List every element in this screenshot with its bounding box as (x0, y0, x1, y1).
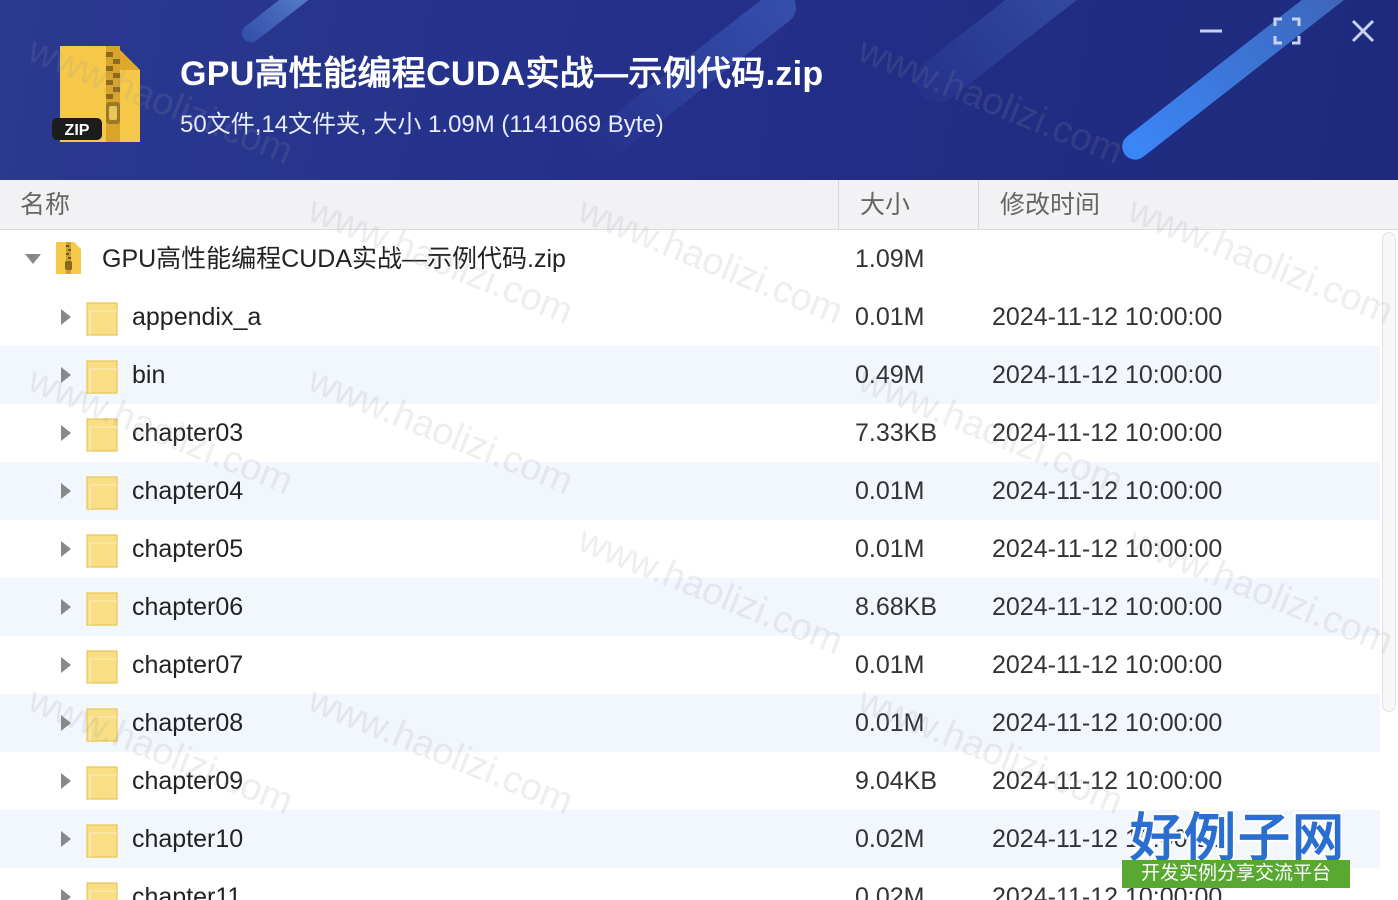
folder-size: 0.01M (855, 651, 925, 679)
archive-title: GPU高性能编程CUDA实战—示例代码.zip (180, 55, 824, 93)
folder-size: 0.01M (855, 303, 925, 331)
tree-row[interactable]: appendix_a 0.01M 2024-11-12 10:00:00 (0, 288, 1380, 346)
folder-size: 0.01M (855, 535, 925, 563)
folder-size: 9.04KB (855, 767, 938, 795)
folder-size: 0.49M (855, 361, 925, 389)
folder-icon (86, 476, 118, 510)
folder-modified-time: 2024-11-12 10:00:00 (992, 651, 1223, 679)
chevron-right-icon[interactable] (58, 888, 74, 900)
column-modified-time[interactable]: 修改时间 (1000, 180, 1100, 230)
folder-icon (86, 650, 118, 684)
folder-modified-time: 2024-11-12 10:00:00 (992, 535, 1223, 563)
column-header: 名称 大小 修改时间 (0, 180, 1398, 230)
folder-icon (86, 360, 118, 394)
chevron-right-icon[interactable] (58, 424, 74, 442)
folder-modified-time: 2024-11-12 10:00:00 (992, 361, 1223, 389)
file-size: 1.09M (855, 245, 925, 273)
chevron-down-icon[interactable] (24, 252, 42, 266)
folder-icon (86, 766, 118, 800)
tree-row[interactable]: chapter07 0.01M 2024-11-12 10:00:00 (0, 636, 1380, 694)
chevron-right-icon[interactable] (58, 830, 74, 848)
tree-row[interactable]: chapter05 0.01M 2024-11-12 10:00:00 (0, 520, 1380, 578)
folder-icon (86, 882, 118, 900)
tree-row[interactable]: chapter04 0.01M 2024-11-12 10:00:00 (0, 462, 1380, 520)
folder-icon (86, 302, 118, 336)
minimize-icon[interactable] (1194, 14, 1228, 48)
file-name[interactable]: GPU高性能编程CUDA实战—示例代码.zip (102, 230, 566, 288)
tree-row[interactable]: bin 0.49M 2024-11-12 10:00:00 (0, 346, 1380, 404)
archive-summary: 50文件,14文件夹, 大小 1.09M (1141069 Byte) (180, 111, 664, 138)
folder-modified-time: 2024-11-12 10:00:00 (992, 303, 1223, 331)
tree-row[interactable]: chapter06 8.68KB 2024-11-12 10:00:00 (0, 578, 1380, 636)
chevron-right-icon[interactable] (58, 308, 74, 326)
folder-name[interactable]: chapter10 (132, 810, 243, 868)
folder-name[interactable]: bin (132, 346, 165, 404)
chevron-right-icon[interactable] (58, 656, 74, 674)
folder-name[interactable]: appendix_a (132, 288, 261, 346)
folder-name[interactable]: chapter06 (132, 578, 243, 636)
folder-size: 8.68KB (855, 593, 938, 621)
folder-size: 0.02M (855, 825, 925, 853)
column-divider[interactable] (838, 180, 839, 230)
folder-name[interactable]: chapter08 (132, 694, 243, 752)
chevron-right-icon[interactable] (58, 482, 74, 500)
folder-name[interactable]: chapter09 (132, 752, 243, 810)
zip-label: ZIP (65, 122, 90, 139)
folder-name[interactable]: chapter03 (132, 404, 243, 462)
scrollbar-thumb[interactable] (1382, 232, 1396, 712)
folder-modified-time: 2024-11-12 10:00:00 (992, 419, 1223, 447)
archive-header: ZIP GPU高性能编程CUDA实战—示例代码.zip 50文件,14文件夹, … (0, 0, 1398, 180)
chevron-right-icon[interactable] (58, 598, 74, 616)
folder-name[interactable]: chapter05 (132, 520, 243, 578)
column-divider[interactable] (978, 180, 979, 230)
brand-logo: 好例子网 开发实例分享交流平台 (1118, 796, 1358, 892)
zip-archive-icon: ZIP (52, 46, 140, 142)
folder-name[interactable]: chapter11 (132, 868, 241, 900)
chevron-right-icon[interactable] (58, 772, 74, 790)
header-decoration (238, 0, 352, 47)
chevron-right-icon[interactable] (58, 540, 74, 558)
folder-icon (86, 824, 118, 858)
chevron-right-icon[interactable] (58, 714, 74, 732)
tree-row[interactable]: chapter08 0.01M 2024-11-12 10:00:00 (0, 694, 1380, 752)
close-icon[interactable] (1346, 14, 1380, 48)
tree-row[interactable]: chapter03 7.33KB 2024-11-12 10:00:00 (0, 404, 1380, 462)
column-size[interactable]: 大小 (860, 180, 910, 230)
folder-size: 0.02M (855, 883, 925, 900)
brand-tagline: 开发实例分享交流平台 (1122, 860, 1350, 888)
column-name[interactable]: 名称 (20, 180, 70, 230)
folder-icon (86, 708, 118, 742)
folder-size: 7.33KB (855, 419, 938, 447)
chevron-right-icon[interactable] (58, 366, 74, 384)
folder-modified-time: 2024-11-12 10:00:00 (992, 477, 1223, 505)
folder-icon (86, 592, 118, 626)
header-decoration (907, 0, 1093, 111)
maximize-icon[interactable] (1270, 14, 1304, 48)
folder-modified-time: 2024-11-12 10:00:00 (992, 593, 1223, 621)
folder-name[interactable]: chapter07 (132, 636, 243, 694)
tree-root-row[interactable]: GPU高性能编程CUDA实战—示例代码.zip 1.09M (0, 230, 1380, 288)
zip-file-icon (56, 242, 81, 274)
folder-size: 0.01M (855, 477, 925, 505)
folder-icon (86, 418, 118, 452)
folder-modified-time: 2024-11-12 10:00:00 (992, 709, 1223, 737)
folder-name[interactable]: chapter04 (132, 462, 243, 520)
folder-size: 0.01M (855, 709, 925, 737)
folder-icon (86, 534, 118, 568)
